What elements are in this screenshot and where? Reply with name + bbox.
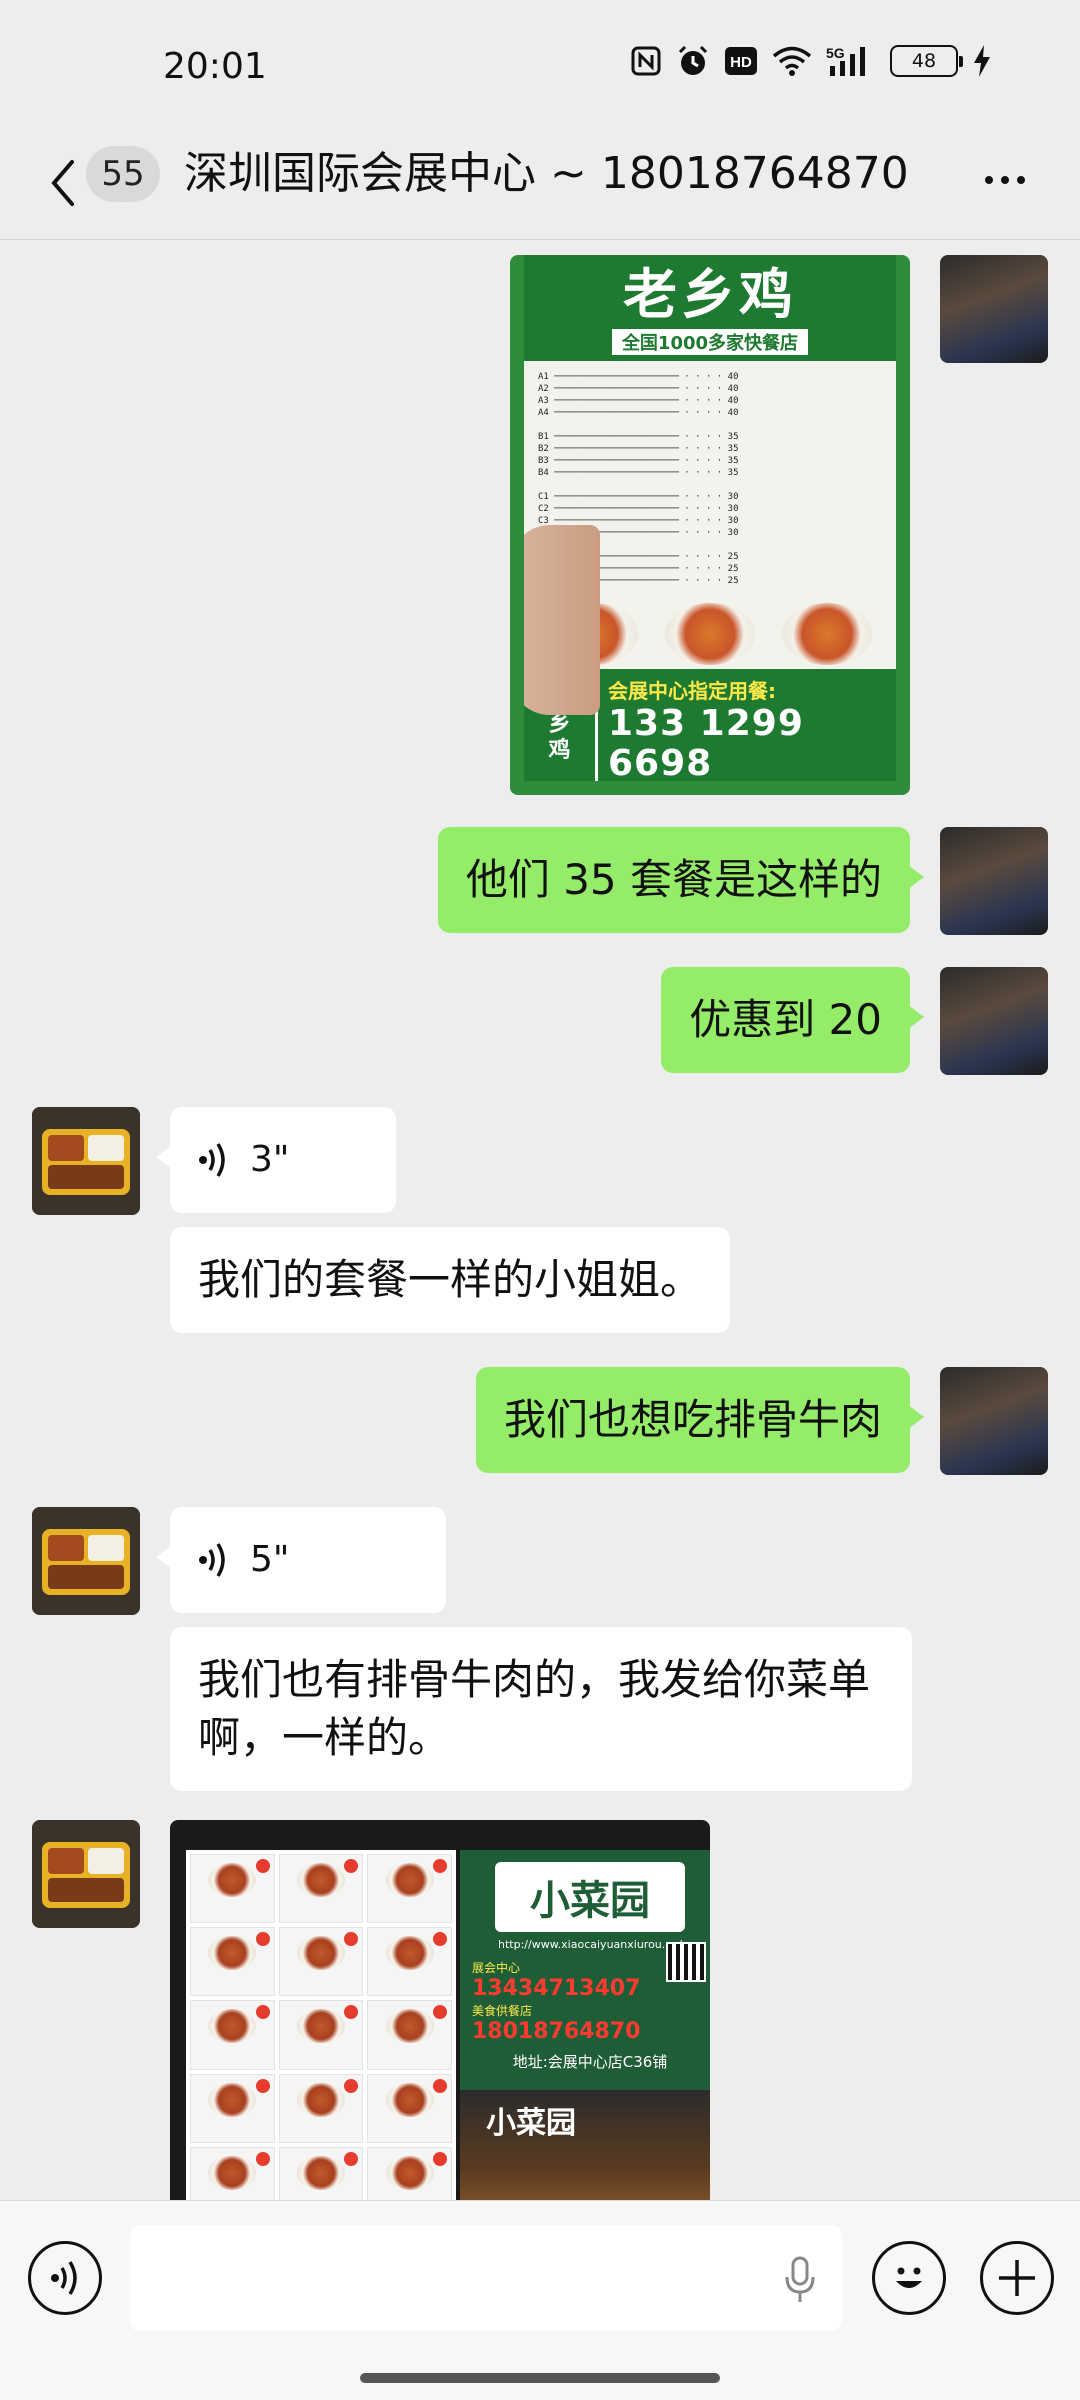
message-input[interactable] [130, 2225, 842, 2331]
bento-avatar-image [32, 1507, 140, 1615]
flyer-address: 地址:会展中心店C36铺 [512, 2053, 668, 2071]
bento-avatar-image [32, 1820, 140, 1928]
flyer-phone: 131 2889 1130 [608, 784, 886, 795]
back-button[interactable] [38, 148, 88, 218]
5g-signal-icon: 5G [826, 45, 865, 76]
flyer-brand: 老乡鸡 [623, 263, 797, 326]
message-bubble-sent[interactable]: 我们也想吃排骨牛肉 [475, 1367, 925, 1473]
menu-cell [190, 2146, 275, 2200]
dish-photo [782, 603, 873, 665]
menu-cell [278, 2000, 364, 2070]
dish-photo [664, 603, 755, 665]
hand-photo [524, 525, 600, 715]
chat-header: 55 深圳国际会展中心 ~ 18018764870 [0, 130, 1080, 240]
voice-wave-icon [199, 1143, 225, 1177]
menu-cell [278, 2073, 364, 2143]
dot-icon [1017, 176, 1025, 184]
menu-cell [278, 2146, 364, 2200]
input-bar [0, 2200, 1080, 2400]
my-avatar[interactable] [940, 1367, 1048, 1475]
menu-cell [190, 2000, 275, 2070]
voice-duration: 3" [250, 1139, 290, 1180]
wifi-icon [772, 46, 812, 76]
status-time: 20:01 [163, 46, 267, 87]
message-bubble-received[interactable]: 我们也有排骨牛肉的，我发给你菜单啊，一样的。 [170, 1627, 912, 1791]
menu-cell [367, 2000, 452, 2070]
svg-text:5G: 5G [826, 45, 845, 61]
image-message-menu-flyer[interactable]: 小菜园 http://www.xiaocaiyuanxiurou.cn/ 展会中… [170, 1820, 710, 2200]
home-indicator[interactable] [360, 2373, 720, 2383]
flyer-brand: 小菜园 [495, 1862, 685, 1932]
my-avatar[interactable] [940, 255, 1048, 363]
store-sign: 小菜园 [486, 2106, 576, 2141]
dot-icon [985, 176, 993, 184]
voice-input-toggle-button[interactable] [28, 2241, 102, 2315]
flyer-subtitle: 全国1000多家快餐店 [611, 329, 809, 355]
bento-avatar-image [32, 1107, 140, 1215]
flyer-phone: 133 1299 6698 [608, 703, 804, 784]
flyer-menu-grid [186, 1850, 456, 2200]
menu-cell [278, 1854, 364, 1924]
image-message-menu-flyer[interactable]: 老乡鸡 全国1000多家快餐店 A1 ─────────────────────… [510, 255, 910, 795]
flyer-header: 老乡鸡 全国1000多家快餐店 [524, 255, 896, 361]
more-actions-button[interactable] [980, 2241, 1054, 2315]
menu-cell [190, 1854, 275, 1924]
alarm-icon [678, 45, 708, 75]
contact-avatar[interactable] [32, 1507, 140, 1615]
status-icons: HD 5G 48 [630, 44, 992, 78]
hd-icon: HD [725, 47, 757, 75]
dot-icon [1001, 176, 1009, 184]
contact-label: 美食供餐店 [472, 2004, 533, 2018]
microphone-icon[interactable] [782, 2255, 818, 2305]
flyer-phone: 18018764870 [472, 2019, 641, 2044]
my-avatar[interactable] [940, 827, 1048, 935]
flyer-brand-panel: 小菜园 http://www.xiaocaiyuanxiurou.cn/ 展会中… [460, 1850, 710, 2200]
nfc-icon [631, 46, 661, 76]
message-bubble-sent[interactable]: 优惠到 20 [661, 967, 924, 1073]
menu-cell [367, 2073, 452, 2143]
message-bubble-sent[interactable]: 他们 35 套餐是这样的 [437, 827, 925, 933]
battery-icon: 48 [890, 45, 963, 77]
more-options-button[interactable] [970, 150, 1040, 210]
voice-wave-icon [199, 1543, 225, 1577]
chevron-left-icon [51, 160, 74, 206]
chat-title: 深圳国际会展中心 ~ 18018764870 [184, 148, 909, 199]
svg-text:HD: HD [730, 54, 752, 71]
menu-cell [367, 2146, 452, 2200]
voice-wave-icon [51, 2261, 77, 2295]
menu-cell [190, 1927, 275, 1997]
menu-cell [278, 1927, 364, 1997]
storefront-photo: 小菜园 [460, 2090, 710, 2200]
message-list[interactable]: 老乡鸡 全国1000多家快餐店 A1 ─────────────────────… [0, 241, 1080, 2200]
qr-code-icon [666, 1942, 706, 1982]
voice-message[interactable]: 5" [156, 1507, 446, 1613]
emoji-button[interactable] [872, 2241, 946, 2315]
voice-duration: 5" [250, 1539, 290, 1580]
message-bubble-received[interactable]: 我们的套餐一样的小姐姐。 [170, 1227, 731, 1333]
smiley-icon [896, 2267, 922, 2288]
unread-count-badge[interactable]: 55 [86, 146, 160, 202]
plus-icon [999, 2260, 1035, 2296]
voice-message[interactable]: 3" [156, 1107, 396, 1213]
menu-cell [190, 2073, 275, 2143]
flyer-contacts: 会展中心指定用餐: 133 1299 6698 131 2889 1130 [598, 669, 896, 781]
my-avatar[interactable] [940, 967, 1048, 1075]
menu-cell [367, 1854, 452, 1924]
menu-cell [367, 1927, 452, 1997]
contact-avatar[interactable] [32, 1820, 140, 1928]
contact-avatar[interactable] [32, 1107, 140, 1215]
status-bar: 20:01 HD 5G 48 [0, 0, 1080, 130]
charging-icon [974, 45, 990, 77]
flyer-venue: 会展中心指定用餐: [608, 679, 776, 703]
